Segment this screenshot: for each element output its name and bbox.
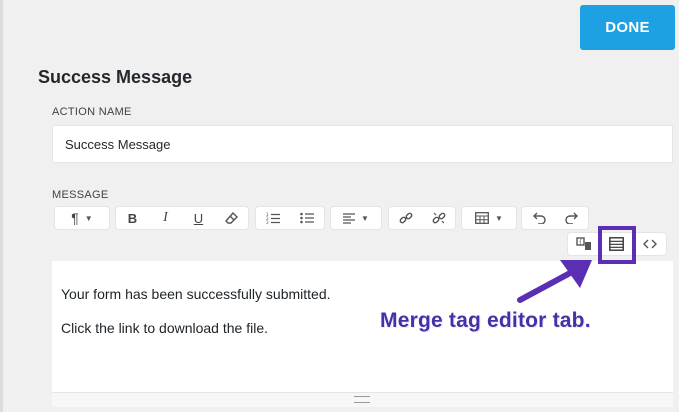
alignment-dropdown[interactable]: ▼: [331, 207, 381, 229]
paragraph-format-dropdown[interactable]: ¶ ▼: [55, 207, 109, 229]
bold-button[interactable]: B: [116, 207, 149, 229]
annotation-highlight-box: [598, 226, 636, 264]
action-name-input[interactable]: [52, 125, 673, 163]
table-icon: [475, 212, 489, 224]
insert-link-button[interactable]: [389, 207, 422, 229]
link-group: [389, 207, 455, 229]
done-button[interactable]: DONE: [580, 5, 675, 50]
paragraph-format-button[interactable]: ¶ ▼: [55, 207, 109, 229]
resize-handle[interactable]: [354, 396, 370, 403]
history-group: [522, 207, 588, 229]
editor-footer: [52, 392, 673, 407]
alignment-button[interactable]: ▼: [331, 207, 381, 229]
insert-table-button[interactable]: ▼: [462, 207, 516, 229]
annotation-label: Merge tag editor tab.: [380, 309, 591, 332]
code-icon: [642, 239, 657, 249]
message-label: MESSAGE: [52, 189, 109, 201]
bullet-list-button[interactable]: [290, 207, 324, 229]
undo-icon: [532, 212, 546, 224]
bullet-list-icon: [300, 212, 314, 224]
paragraph-icon: ¶: [71, 210, 79, 226]
align-left-icon: [343, 212, 356, 224]
undo-button[interactable]: [522, 207, 555, 229]
merge-tags-icon: {: [576, 237, 591, 250]
chevron-down-icon: ▼: [495, 213, 503, 223]
underline-button[interactable]: U: [182, 207, 215, 229]
svg-text:3: 3: [266, 220, 269, 224]
chevron-down-icon: ▼: [84, 213, 93, 223]
list-group: 123: [256, 207, 324, 229]
link-icon: [399, 212, 412, 224]
section-title: Success Message: [38, 67, 193, 87]
unlink-icon: [432, 212, 445, 224]
left-edge-strip: [0, 0, 3, 412]
message-line: Click the link to download the file.: [61, 320, 268, 336]
chevron-down-icon: ▼: [361, 213, 369, 223]
redo-button[interactable]: [555, 207, 588, 229]
clear-formatting-button[interactable]: [215, 207, 248, 229]
redo-icon: [564, 212, 578, 224]
annotation-arrow-icon: [517, 260, 592, 303]
action-name-label: ACTION NAME: [52, 106, 132, 118]
ordered-list-button[interactable]: 123: [256, 207, 290, 229]
code-view-button[interactable]: [633, 233, 666, 255]
remove-link-button[interactable]: [422, 207, 455, 229]
table-dropdown[interactable]: ▼: [462, 207, 516, 229]
ordered-list-icon: 123: [266, 212, 280, 224]
text-style-group: B I U: [116, 207, 248, 229]
svg-text:{: {: [579, 239, 583, 246]
message-line: Your form has been successfully submitte…: [61, 286, 331, 302]
eraser-icon: [224, 211, 238, 224]
italic-button[interactable]: I: [149, 207, 182, 229]
